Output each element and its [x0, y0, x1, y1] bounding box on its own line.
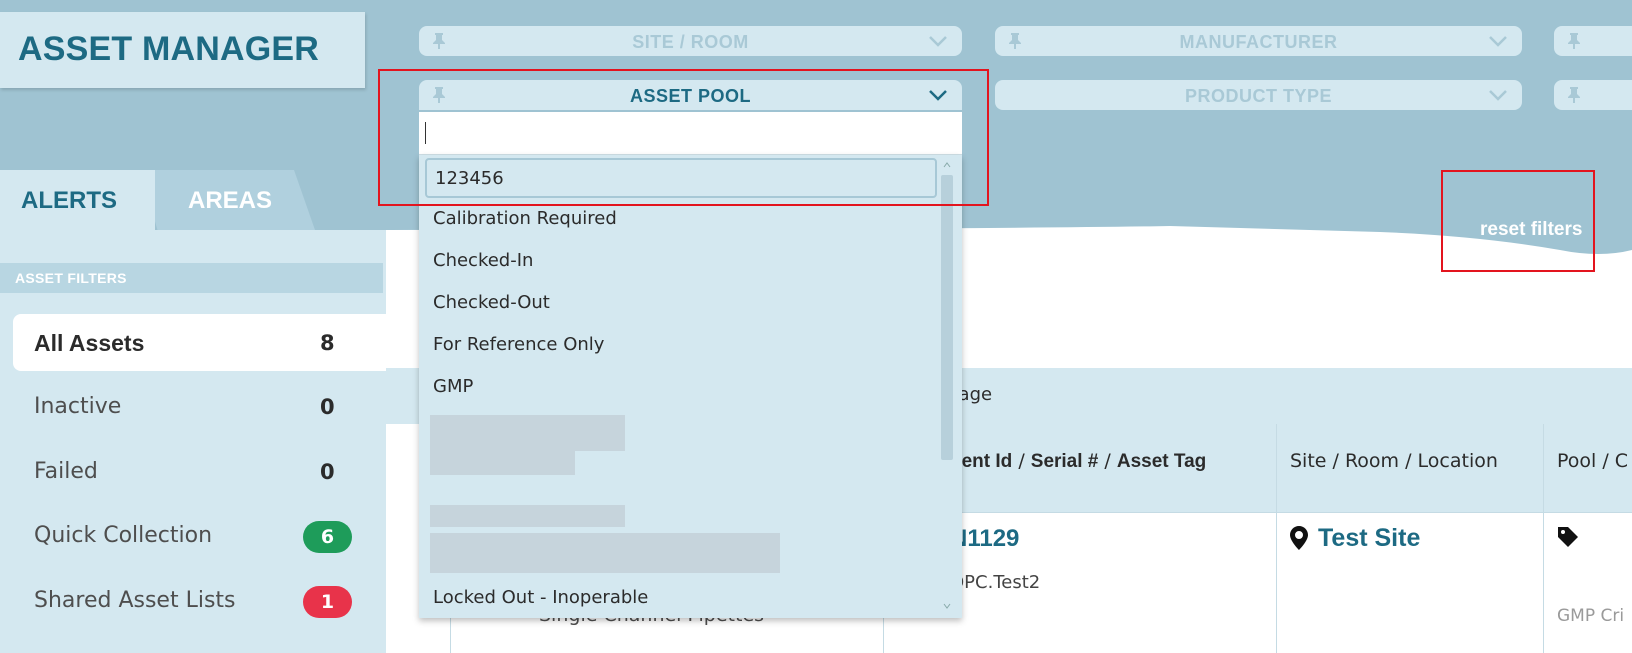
filter-partial-top[interactable]	[1554, 26, 1632, 56]
manufacturer-filter[interactable]: MANUFACTURER	[995, 26, 1522, 56]
site-room-filter[interactable]: SITE / ROOM	[419, 26, 962, 56]
product-type-filter[interactable]: PRODUCT TYPE	[995, 80, 1522, 110]
asset-pool-option[interactable]: Locked Out - Inoperable	[433, 587, 648, 608]
redacted-option[interactable]	[430, 533, 780, 573]
map-pin-icon	[1290, 526, 1308, 550]
chevron-down-icon	[1489, 36, 1507, 47]
sidebar-item-count: 0	[320, 460, 335, 484]
app-title: ASSET MANAGER	[18, 30, 320, 68]
column-divider	[1276, 424, 1277, 653]
asset-pool-option[interactable]: GMP	[433, 376, 473, 397]
sidebar-item-shared-asset-lists[interactable]: Shared Asset Lists 1	[13, 572, 386, 629]
asset-filters-heading: ASSET FILTERS	[0, 263, 383, 293]
column-header-asset-tag: Asset Tag	[1116, 451, 1207, 472]
site-link[interactable]: Test Site	[1318, 524, 1420, 553]
pin-icon[interactable]	[1566, 32, 1582, 50]
column-divider	[1543, 424, 1544, 653]
sidebar-item-failed[interactable]: Failed 0	[13, 443, 386, 500]
asset-pool-options-list[interactable]: 123456 Calibration Required Checked-In C…	[419, 155, 962, 618]
count-badge: 6	[303, 521, 352, 553]
tab-areas-label: AREAS	[188, 187, 273, 214]
column-header-separator: /	[1012, 450, 1031, 472]
highlight-box	[1441, 170, 1595, 272]
asset-pool-option[interactable]: Calibration Required	[433, 208, 617, 229]
highlight-box	[378, 69, 989, 206]
sidebar-item-all-assets[interactable]: All Assets 8	[13, 314, 386, 371]
tab-alerts[interactable]: ALERTS	[0, 170, 155, 230]
sidebar-item-label: Inactive	[34, 394, 122, 419]
app-logo[interactable]: ASSET MANAGER	[0, 12, 365, 88]
column-header-pool[interactable]: Pool / C	[1557, 450, 1628, 472]
product-type-filter-label: PRODUCT TYPE	[1184, 86, 1332, 106]
sidebar-item-inactive[interactable]: Inactive 0	[13, 378, 386, 435]
asset-filters-heading-text: ASSET FILTERS	[15, 270, 127, 286]
redacted-option[interactable]	[430, 505, 625, 527]
manufacturer-filter-label: MANUFACTURER	[1179, 32, 1338, 52]
column-header-site[interactable]: Site / Room / Location	[1290, 450, 1498, 472]
redacted-option[interactable]	[430, 415, 625, 451]
site-room-filter-label: SITE / ROOM	[632, 32, 749, 52]
asset-serial: OPC.Test2	[950, 572, 1041, 593]
chevron-down-icon	[929, 36, 947, 47]
tab-areas[interactable]: AREAS	[140, 170, 315, 230]
column-header-serial: Serial #	[1030, 451, 1099, 472]
asset-pool-option[interactable]: Checked-In	[433, 250, 533, 271]
chevron-down-icon	[1489, 90, 1507, 101]
column-header-separator: /	[1098, 450, 1117, 472]
sidebar-item-label: Quick Collection	[34, 523, 213, 548]
pool-criticality: GMP Cri	[1557, 606, 1625, 626]
tag-icon	[1558, 527, 1578, 547]
sidebar-item-label: All Assets	[34, 330, 145, 356]
pin-icon[interactable]	[1566, 86, 1582, 104]
sidebar-item-count: 8	[320, 331, 335, 355]
redacted-option[interactable]	[430, 451, 575, 475]
filter-partial-bottom[interactable]	[1554, 80, 1632, 110]
sidebar-item-count: 0	[320, 395, 335, 419]
asset-pool-option[interactable]: For Reference Only	[433, 334, 604, 355]
sidebar: ASSET FILTERS All Assets 8 Inactive 0 Fa…	[0, 230, 386, 653]
sidebar-item-label: Failed	[34, 459, 98, 484]
scroll-down-icon[interactable]	[943, 602, 951, 610]
sidebar-item-label: Shared Asset Lists	[34, 588, 236, 613]
column-header-ids[interactable]: nent Id / Serial # / Asset Tag	[950, 450, 1206, 473]
scrollbar-thumb[interactable]	[941, 175, 953, 460]
asset-pool-option[interactable]: Checked-Out	[433, 292, 550, 313]
sidebar-item-quick-collection[interactable]: Quick Collection 6	[13, 507, 386, 564]
tab-alerts-label: ALERTS	[21, 187, 117, 214]
count-badge: 1	[303, 586, 352, 618]
